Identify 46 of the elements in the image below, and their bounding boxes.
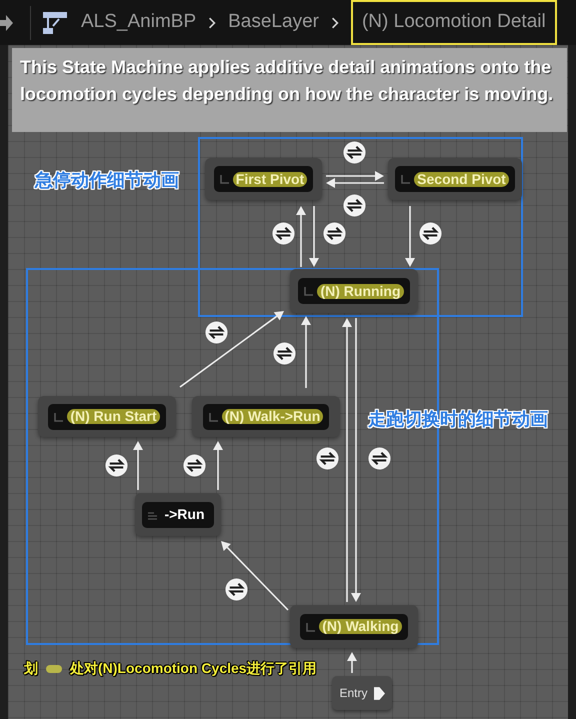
state-node[interactable]: (N) Walking <box>290 605 418 648</box>
state-icon <box>304 286 314 296</box>
node-title: Second Pivot <box>414 172 509 186</box>
node-title: ->Run <box>163 505 206 524</box>
transition-arrow <box>326 171 384 181</box>
annotation-text: 处对(N)Locomotion Cycles进行了引用 <box>70 659 317 678</box>
breadcrumb-link[interactable]: ALS_AnimBP <box>81 8 196 37</box>
node-title: Entry <box>339 685 368 702</box>
transition-arrow <box>301 316 311 388</box>
state-node[interactable]: Second Pivot <box>388 158 522 200</box>
conduit-icon <box>148 510 158 520</box>
state-icon <box>54 412 64 422</box>
state-icon <box>306 622 316 632</box>
conduit-node[interactable]: ->Run <box>135 493 221 536</box>
chevron-icon <box>330 16 339 30</box>
transition-arrow <box>405 206 415 267</box>
node-title: (N) Running <box>317 284 404 298</box>
node-title: (N) Walking <box>319 619 402 634</box>
state-icon <box>220 174 230 184</box>
forward-arrow-icon[interactable] <box>0 14 13 30</box>
node-title: (N) Run Start <box>67 409 160 424</box>
highlight-marker-icon <box>46 664 62 672</box>
transition-arrow <box>347 652 357 673</box>
transition-arrow <box>133 441 143 490</box>
state-icon <box>208 412 219 422</box>
transition-arrow <box>213 441 223 490</box>
exec-pin-icon <box>374 686 384 700</box>
transition-arrow <box>296 206 306 267</box>
transition-arrow <box>326 178 384 188</box>
transition-arrow <box>309 206 319 267</box>
region-label: 急停动作细节动画 <box>35 169 179 192</box>
comment-box: This State Machine applies additive detail animations onto the locomotion cycles depending on how the character is moving. <box>12 48 567 132</box>
breadcrumb-link[interactable]: (N) Locomotion Detail <box>350 0 557 45</box>
graph-icon <box>43 10 67 34</box>
entry-node[interactable]: Entry <box>332 676 392 710</box>
node-title: (N) Walk->Run <box>222 409 324 424</box>
state-node[interactable]: (N) Run Start <box>38 396 176 437</box>
state-node[interactable]: First Pivot <box>205 158 322 200</box>
annotation-text: 划 <box>24 659 38 678</box>
state-icon <box>401 174 412 184</box>
transition-arrow <box>221 541 289 611</box>
state-node[interactable]: (N) Walk->Run <box>192 396 340 437</box>
state-node[interactable]: (N) Running <box>290 269 418 313</box>
breadcrumb-link[interactable]: BaseLayer <box>228 8 319 37</box>
chevron-icon <box>208 16 216 30</box>
node-title: First Pivot <box>232 172 308 186</box>
